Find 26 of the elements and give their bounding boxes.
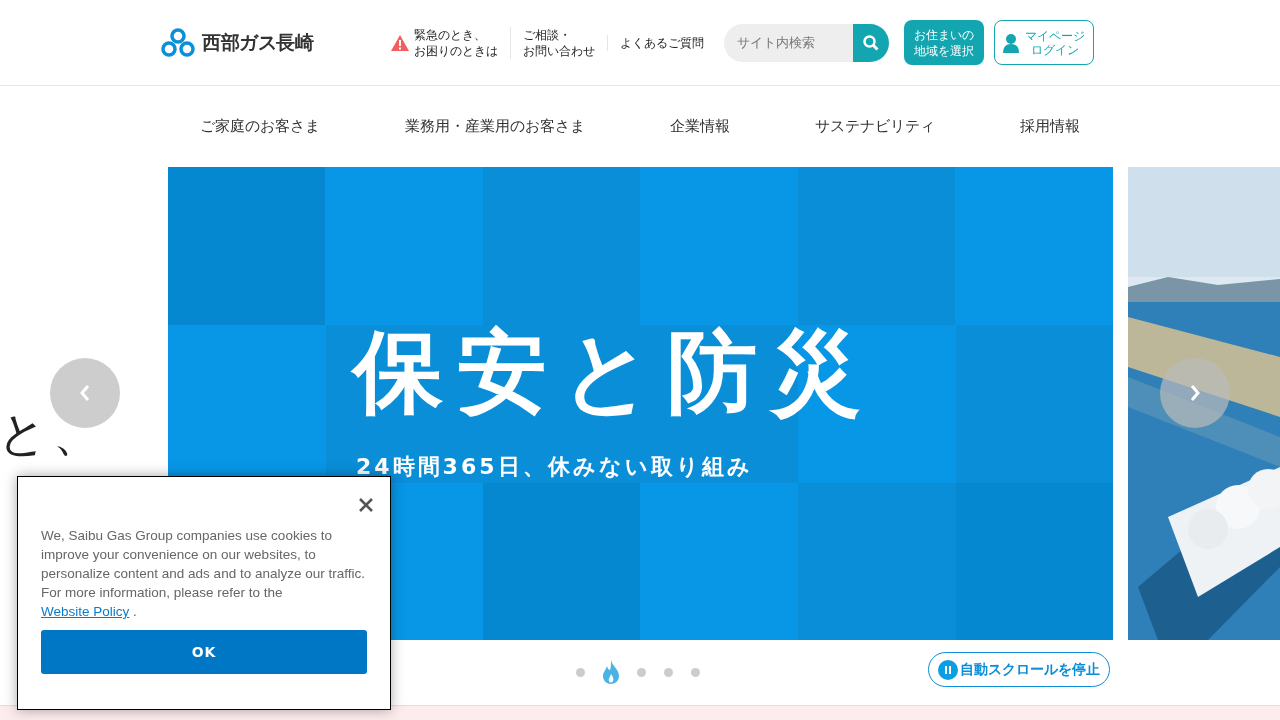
search-button[interactable] [853,23,889,62]
ok-button[interactable]: OK [41,630,367,674]
chevron-left-icon [79,384,91,402]
nav-item[interactable]: サステナビリティ [815,115,935,138]
header-link[interactable]: よくあるご質問 [607,34,716,51]
cookie-message: We, Saibu Gas Group companies use cookies to improve your convenience on our websites, to personalize content and ads and to analyze our traffic. For more information, please refer to the Website Policy . [41,527,366,621]
logo-text[interactable]: 西部ガス長崎 [202,28,314,57]
banner-subtitle: 24時間365日、休みない取り組み [356,453,753,481]
header-link[interactable]: 緊急のとき、 お困りのときは [390,26,510,59]
pause-icon [938,659,958,680]
slide-text: と、 [0,409,107,457]
search-field[interactable]: サイト内検索 [724,23,853,62]
header-link[interactable]: ご相談・ お問い合わせ [510,26,607,59]
warning-icon [390,33,410,52]
close-button[interactable] [357,496,375,514]
close-icon [359,498,373,512]
logo-icon [160,27,196,58]
search-icon [863,34,879,51]
nav-item[interactable]: 採用情報 [1020,115,1080,138]
nav-item[interactable]: 業務用・産業用のお客さま [405,115,585,138]
nav-item[interactable]: 企業情報 [670,115,730,138]
nav-item[interactable]: ご家庭のお客さま [200,115,320,138]
website-policy-link[interactable]: Website Policy [41,604,130,619]
flame-icon[interactable] [603,660,619,684]
chevron-right-icon [1189,384,1201,402]
user-icon [1003,32,1019,53]
